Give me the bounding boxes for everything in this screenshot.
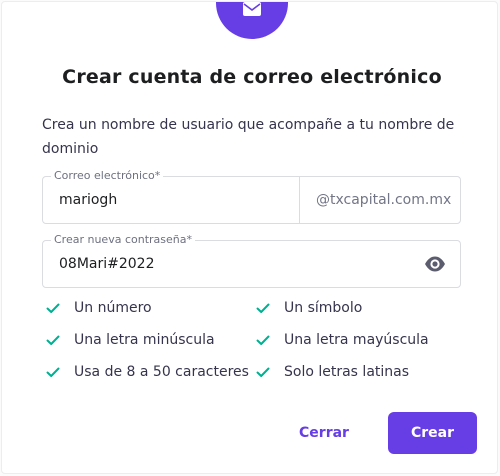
rule-label: Una letra mayúscula [284,332,429,348]
rule-label: Solo letras latinas [284,364,410,380]
domain-suffix: @txcapital.com.mx [299,177,460,223]
check-icon [256,367,270,377]
rule-symbol: Un símbolo [256,298,362,318]
dialog-title: Crear cuenta de correo electrónico [62,66,442,88]
rule-label: Usa de 8 a 50 caracteres [74,364,249,380]
eye-icon[interactable] [424,254,446,274]
password-field-label: Crear nueva contraseña* [51,233,195,247]
close-button[interactable]: Cerrar [290,412,358,454]
header-badge [216,2,288,39]
rule-label: Un número [74,300,152,316]
rule-label: Una letra minúscula [74,332,215,348]
email-field-value[interactable]: mariogh [59,191,117,209]
rule-uppercase: Una letra mayúscula [256,330,429,350]
email-field-label: Correo electrónico* [51,169,164,183]
page: Crear cuenta de correo electrónico Crea … [0,0,500,476]
check-icon [46,335,60,345]
check-icon [256,303,270,313]
mail-icon [242,2,262,17]
create-email-dialog: Crear cuenta de correo electrónico Crea … [1,1,498,474]
rule-number: Un número [46,298,152,318]
check-icon [256,335,270,345]
check-icon [46,303,60,313]
dialog-description: Crea un nombre de usuario que acompañe a… [42,117,455,157]
create-button[interactable]: Crear [388,412,477,454]
rule-label: Un símbolo [284,300,363,316]
check-icon [46,367,60,377]
rule-latin: Solo letras latinas [256,362,409,382]
password-field-value[interactable]: 08Mari#2022 [59,255,154,273]
rule-lowercase: Una letra minúscula [46,330,215,350]
rule-length: Usa de 8 a 50 caracteres [46,362,249,382]
email-field[interactable]: Correo electrónico* mariogh @txcapital.c… [42,169,461,224]
password-field[interactable]: Crear nueva contraseña* 08Mari#2022 [42,233,461,288]
